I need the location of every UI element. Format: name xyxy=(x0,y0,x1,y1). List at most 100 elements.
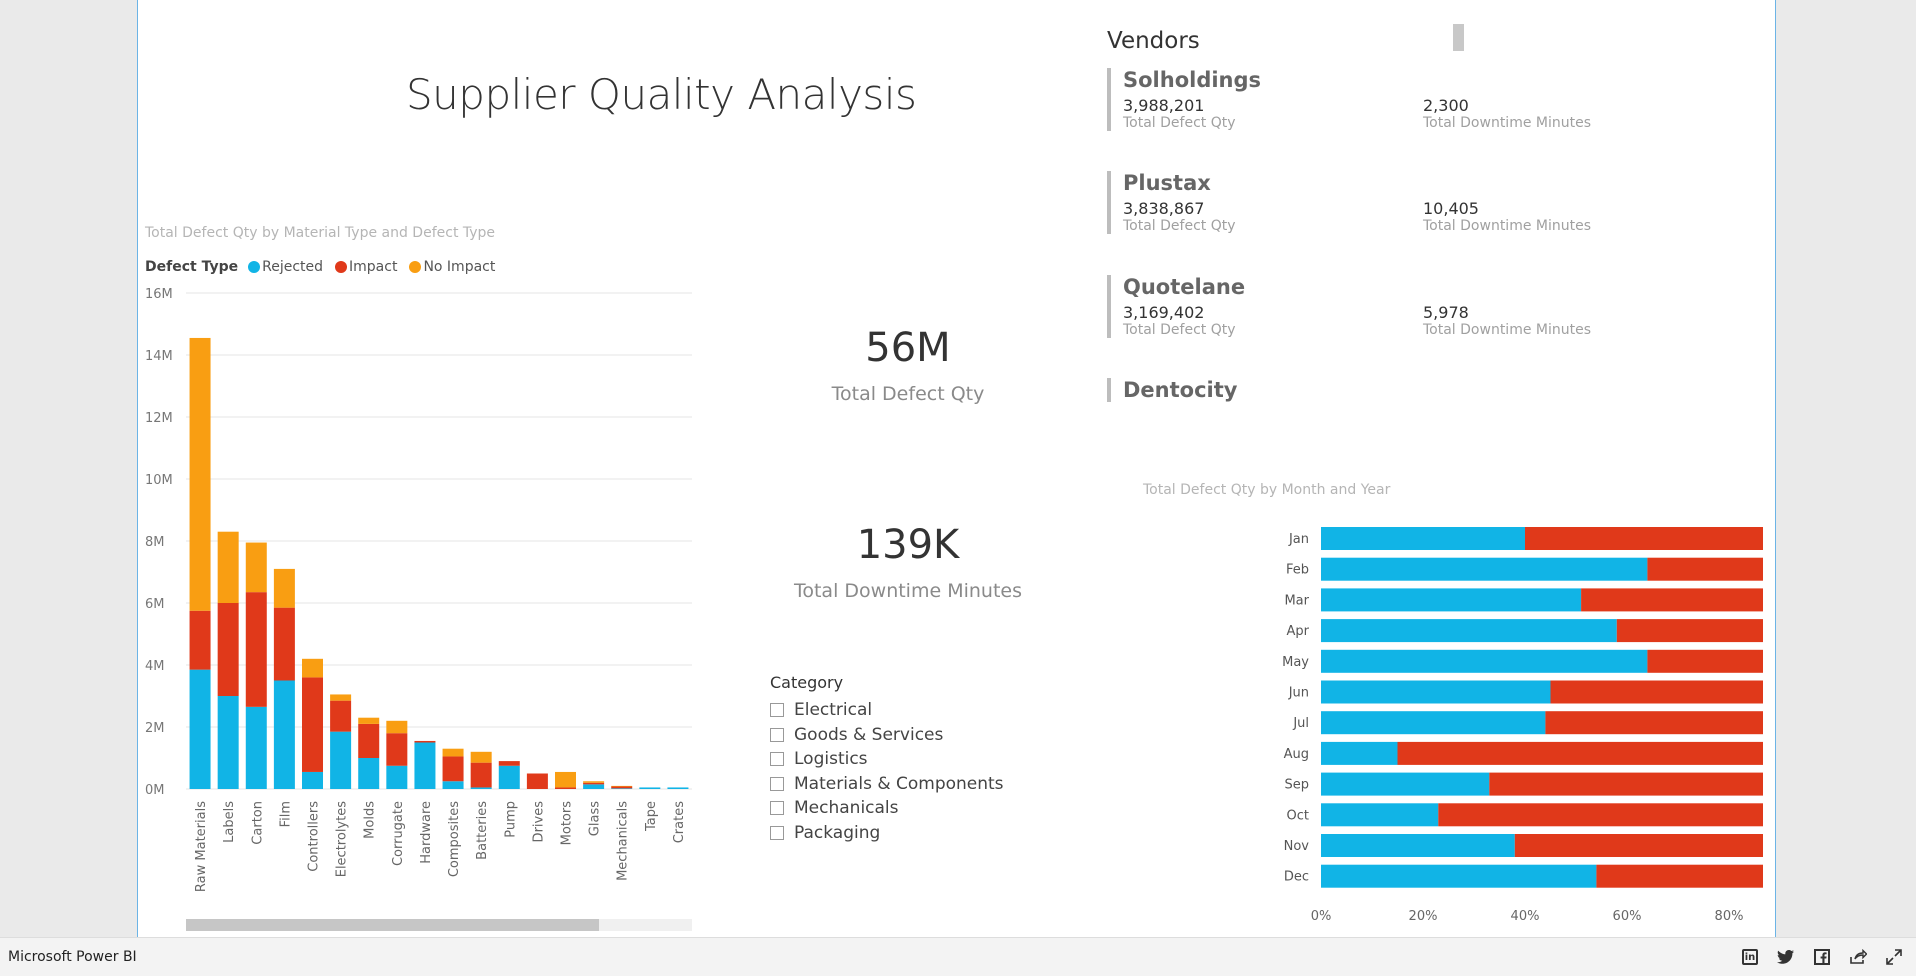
bar-2013-jun[interactable] xyxy=(1321,680,1551,704)
bar-2013-feb[interactable] xyxy=(1321,557,1648,581)
page-title: Supplier Quality Analysis xyxy=(406,70,917,119)
bar-impact-carton[interactable] xyxy=(245,592,267,707)
bar-rejected-carton[interactable] xyxy=(245,706,267,789)
bar-no-impact-composites[interactable] xyxy=(442,748,464,757)
bar-impact-corrugate[interactable] xyxy=(386,733,408,766)
bar-rejected-crates[interactable] xyxy=(667,787,689,789)
chart-horizontal-scrollbar[interactable] xyxy=(186,919,692,931)
bar-rejected-tape[interactable] xyxy=(639,787,661,789)
bar-impact-drives[interactable] xyxy=(526,773,548,790)
bar-impact-electrolytes[interactable] xyxy=(330,700,352,732)
bar-2014-may[interactable] xyxy=(1647,649,1763,673)
checkbox[interactable] xyxy=(770,727,784,742)
category-option-materials-components[interactable]: Materials & Components xyxy=(770,772,1004,797)
bar-2013-nov[interactable] xyxy=(1321,834,1515,857)
checkbox[interactable] xyxy=(770,825,784,840)
bar-2014-feb[interactable] xyxy=(1647,557,1763,581)
bar-no-impact-electrolytes[interactable] xyxy=(330,694,352,701)
bar-2014-apr[interactable] xyxy=(1616,619,1763,643)
bar-2014-sep[interactable] xyxy=(1489,772,1763,796)
scrollbar-thumb[interactable] xyxy=(186,919,599,931)
bar-rejected-mechanicals[interactable] xyxy=(611,788,633,789)
bar-rejected-electrolytes[interactable] xyxy=(330,731,352,789)
bar-2014-mar[interactable] xyxy=(1581,588,1763,612)
category-option-mechanicals[interactable]: Mechanicals xyxy=(770,796,1004,821)
bar-no-impact-molds[interactable] xyxy=(358,717,380,724)
bar-2014-aug[interactable] xyxy=(1397,741,1764,765)
share-icon[interactable] xyxy=(1848,947,1868,967)
bar-rejected-composites[interactable] xyxy=(442,781,464,789)
vendor-card-plustax[interactable]: Plustax 3,838,867 Total Defect Qty 10,405… xyxy=(1107,171,1723,234)
bar-no-impact-carton[interactable] xyxy=(245,542,267,593)
legend-item-rejected[interactable]: Rejected xyxy=(248,259,323,275)
category-option-logistics[interactable]: Logistics xyxy=(770,747,1004,772)
bar-impact-pump[interactable] xyxy=(498,761,520,766)
bar-impact-raw-materials[interactable] xyxy=(189,610,211,670)
bar-no-impact-corrugate[interactable] xyxy=(386,720,408,734)
twitter-icon[interactable] xyxy=(1776,947,1796,967)
bar-rejected-glass[interactable] xyxy=(583,784,605,789)
bar-no-impact-batteries[interactable] xyxy=(470,751,492,763)
legend-item-impact[interactable]: Impact xyxy=(335,259,397,275)
bar-no-impact-mechanicals[interactable] xyxy=(611,785,633,787)
bar-2014-jul[interactable] xyxy=(1545,711,1763,735)
bar-impact-batteries[interactable] xyxy=(470,762,492,788)
bar-rejected-labels[interactable] xyxy=(217,696,239,789)
bar-rejected-molds[interactable] xyxy=(358,758,380,789)
bar-2013-jul[interactable] xyxy=(1321,711,1546,735)
bar-no-impact-film[interactable] xyxy=(273,568,295,608)
category-option-packaging[interactable]: Packaging xyxy=(770,821,1004,846)
bar-2013-aug[interactable] xyxy=(1321,741,1398,765)
bar-no-impact-labels[interactable] xyxy=(217,531,239,603)
checkbox[interactable] xyxy=(770,752,784,767)
vendor-card-quotelane[interactable]: Quotelane 3,169,402 Total Defect Qty 5,97… xyxy=(1107,275,1723,338)
bar-impact-controllers[interactable] xyxy=(302,677,323,772)
bar-no-impact-motors[interactable] xyxy=(555,771,576,788)
bar-2013-may[interactable] xyxy=(1321,649,1648,673)
category-option-goods-services[interactable]: Goods & Services xyxy=(770,723,1004,748)
facebook-icon[interactable] xyxy=(1812,947,1832,967)
bar-impact-mechanicals[interactable] xyxy=(611,786,633,789)
bar-2013-mar[interactable] xyxy=(1321,588,1582,612)
fullscreen-icon[interactable] xyxy=(1884,947,1904,967)
vendors-scrollbar-thumb[interactable] xyxy=(1453,24,1464,51)
month-label: Jul xyxy=(1292,716,1309,731)
checkbox[interactable] xyxy=(770,703,784,718)
checkbox[interactable] xyxy=(770,776,784,791)
bar-rejected-controllers[interactable] xyxy=(302,771,323,789)
bar-impact-labels[interactable] xyxy=(217,603,239,696)
legend-item-no-impact[interactable]: No Impact xyxy=(409,259,495,275)
bar-rejected-film[interactable] xyxy=(273,680,295,790)
bar-2014-dec[interactable] xyxy=(1596,864,1763,888)
vendor-card-dentocity[interactable]: Dentocity xyxy=(1107,378,1723,402)
bar-2013-oct[interactable] xyxy=(1321,803,1439,827)
bar-impact-motors[interactable] xyxy=(555,787,576,789)
bar-rejected-hardware[interactable] xyxy=(414,742,436,790)
bar-impact-composites[interactable] xyxy=(442,756,464,782)
bar-2013-sep[interactable] xyxy=(1321,772,1490,796)
bar-impact-hardware[interactable] xyxy=(414,740,436,743)
bar-impact-glass[interactable] xyxy=(583,782,605,785)
bar-2013-jan[interactable] xyxy=(1321,527,1525,550)
bar-impact-film[interactable] xyxy=(273,607,295,681)
bar-2014-jan[interactable] xyxy=(1525,527,1763,550)
bar-rejected-corrugate[interactable] xyxy=(386,765,408,789)
month-year-bar-chart[interactable]: Jan Feb Mar Apr May Jun Jul Aug Sep Oct Nov Dec 0% 20… xyxy=(1143,515,1763,927)
bar-rejected-pump[interactable] xyxy=(498,765,520,789)
bar-2013-dec[interactable] xyxy=(1321,864,1597,888)
bar-rejected-raw-materials[interactable] xyxy=(189,669,211,789)
checkbox[interactable] xyxy=(770,801,784,816)
bar-impact-molds[interactable] xyxy=(358,723,380,758)
bar-no-impact-raw-materials[interactable] xyxy=(189,337,211,611)
bar-no-impact-controllers[interactable] xyxy=(302,658,323,678)
bar-2013-apr[interactable] xyxy=(1321,619,1617,643)
bar-2014-oct[interactable] xyxy=(1438,803,1763,827)
bar-no-impact-glass[interactable] xyxy=(583,781,605,783)
bar-2014-nov[interactable] xyxy=(1514,834,1763,857)
stacked-column-chart[interactable]: 0M 2M 4M 6M 8M 10M 12M 14M 16M Raw Materials Label… xyxy=(138,280,698,910)
linkedin-icon[interactable]: in xyxy=(1740,947,1760,967)
bar-rejected-batteries[interactable] xyxy=(470,787,492,789)
category-option-electrical[interactable]: Electrical xyxy=(770,698,1004,723)
bar-2014-jun[interactable] xyxy=(1550,680,1764,704)
vendor-card-solholdings[interactable]: Solholdings 3,988,201 Total Defect Qty 2,… xyxy=(1107,68,1723,131)
